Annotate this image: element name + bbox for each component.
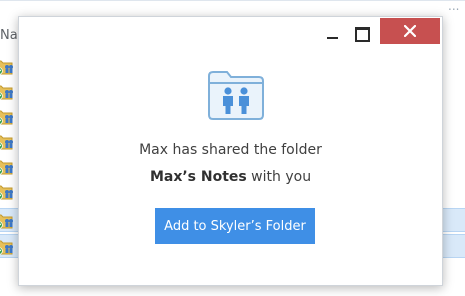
- minimize-button[interactable]: [320, 22, 346, 44]
- shared-folder-synced-icon: [0, 183, 15, 201]
- shared-folder-synced-icon: [0, 212, 15, 230]
- shared-folder-synced-icon: [0, 133, 15, 151]
- shared-folder-synced-icon: [0, 108, 15, 126]
- maximize-button[interactable]: [349, 22, 375, 44]
- share-message: Max has shared the folder: [139, 142, 322, 158]
- add-to-folder-button[interactable]: Add to Skyler’s Folder: [155, 208, 315, 244]
- name-column-header[interactable]: Na: [0, 28, 18, 43]
- share-message-suffix: with you: [246, 169, 312, 185]
- overflow-ellipsis: ...: [448, 0, 460, 13]
- shared-folder-synced-icon: [0, 58, 15, 76]
- share-dialog: Max has shared the folder Max’s Notes wi…: [18, 16, 443, 286]
- shared-folder-synced-icon: [0, 83, 15, 101]
- folder-name: Max’s Notes: [149, 169, 247, 185]
- shared-folder-icon: [208, 71, 264, 120]
- shared-folder-synced-icon: [0, 158, 15, 176]
- share-message-folder: Max’s Notes with you: [19, 169, 442, 185]
- window-border: [0, 0, 465, 1]
- maximize-icon: [355, 27, 370, 42]
- minimize-icon: [327, 37, 338, 39]
- shared-folder-synced-icon: [0, 238, 15, 256]
- close-icon: [404, 25, 416, 37]
- close-button[interactable]: [380, 18, 440, 44]
